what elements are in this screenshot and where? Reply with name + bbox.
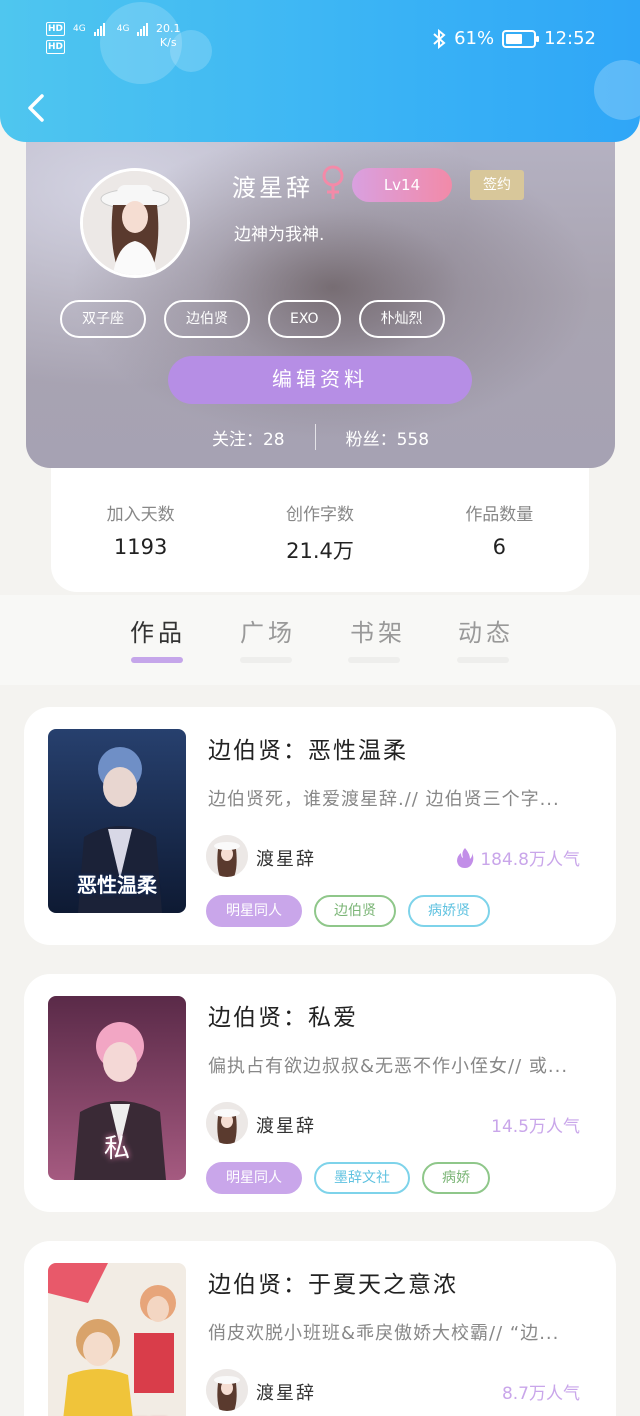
decor-bubble (594, 60, 640, 120)
works-list: 恶性温柔 边伯贤：恶性温柔 边伯贤死，谁爱渡星辞.// 边伯贤三个字... 渡星… (0, 685, 640, 1416)
tab-bookshelf[interactable]: 书架 (350, 613, 406, 648)
profile-card: 渡星辞 Lv14 签约 边神为我神. 双子座 边伯贤 EXO 朴灿烈 编辑资料 … (26, 120, 615, 468)
profile-tag[interactable]: 双子座 (60, 300, 146, 338)
author-name: 渡星辞 (256, 849, 316, 870)
stat-value: 6 (492, 535, 506, 559)
clock: 12:52 (544, 28, 596, 49)
author-avatar[interactable] (206, 1369, 248, 1411)
author-avatar-image (206, 835, 248, 877)
speed-unit: K/s (159, 36, 177, 49)
stat-value: 1193 (113, 535, 168, 559)
work-tag[interactable]: 明星同人 (206, 1162, 302, 1194)
battery-icon (502, 29, 540, 48)
tab-plaza[interactable]: 广场 (240, 613, 296, 648)
follow-stats: 关注：28 粉丝：558 (26, 424, 615, 450)
signed-badge: 签约 (470, 170, 524, 200)
work-tag[interactable]: 边伯贤 (314, 895, 396, 927)
bluetooth-icon (433, 28, 446, 49)
work-description: 俏皮欢脱小班班&乖戾傲娇大校霸// “边... (208, 1323, 560, 1344)
work-tag[interactable]: 病娇 (422, 1162, 490, 1194)
work-title[interactable]: 边伯贤：于夏天之意浓 (208, 1265, 458, 1299)
profile-bio: 边神为我神. (234, 225, 325, 245)
tab-works[interactable]: 作品 (130, 613, 186, 648)
cover-title: 恶性温柔 (77, 873, 157, 897)
following-count[interactable]: 关注：28 (212, 425, 285, 450)
status-right: 61% 12:52 (432, 28, 596, 49)
battery-percent: 61% (454, 28, 495, 49)
network-type: 4G (73, 24, 86, 34)
work-tag[interactable]: 明星同人 (206, 895, 302, 927)
stat-join-days: 加入天数 1193 (61, 500, 221, 592)
work-tag[interactable]: 墨辞文社 (314, 1162, 410, 1194)
popularity: 14.5万人气 (491, 1112, 580, 1137)
work-description: 边伯贤死，谁爱渡星辞.// 边伯贤三个字... (208, 789, 560, 810)
flame-icon (457, 847, 474, 868)
work-card[interactable]: 恶性温柔 边伯贤：恶性温柔 边伯贤死，谁爱渡星辞.// 边伯贤三个字... 渡星… (24, 707, 616, 945)
profile-tags: 双子座 边伯贤 EXO 朴灿烈 (60, 300, 445, 338)
popularity: 8.7万人气 (502, 1379, 580, 1404)
author-name: 渡星辞 (256, 1383, 316, 1404)
work-card[interactable]: 于夏 边伯贤：于夏天之意浓 俏皮欢脱小班班&乖戾傲娇大校霸// “边... 渡星… (24, 1241, 616, 1416)
author-avatar[interactable] (206, 1102, 248, 1144)
stat-work-count: 作品数量 6 (419, 500, 579, 592)
work-title[interactable]: 边伯贤：私爱 (208, 998, 358, 1032)
edit-profile-button[interactable]: 编辑资料 (168, 356, 472, 404)
network-type: 4G (116, 24, 130, 34)
avatar[interactable] (80, 168, 190, 278)
avatar-image (83, 171, 187, 275)
profile-name: 渡星辞 (232, 174, 313, 202)
profile-tag[interactable]: 边伯贤 (164, 300, 250, 338)
popularity-count: 184.8万人气 (480, 850, 580, 870)
work-tags: 明星同人 墨辞文社 病娇 (206, 1162, 490, 1194)
profile-tag[interactable]: 朴灿烈 (358, 300, 445, 338)
stats-card: 加入天数 1193 创作字数 21.4万 作品数量 6 (51, 460, 589, 592)
hd-badge: HD (46, 22, 66, 36)
fans-count[interactable]: 粉丝：558 (346, 425, 429, 450)
stat-label: 作品数量 (465, 505, 534, 525)
popularity: 184.8万人气 (456, 845, 580, 870)
work-card[interactable]: 私 边伯贤：私爱 偏执占有欲边叔叔&无恶不作小侄女// 或... 渡星辞 14.… (24, 974, 616, 1212)
tab-bar: 作品 广场 书架 动态 (0, 595, 640, 685)
signal-icon (137, 22, 149, 36)
work-tags: 明星同人 边伯贤 病娇贤 (206, 895, 490, 927)
work-description: 偏执占有欲边叔叔&无恶不作小侄女// 或... (208, 1056, 569, 1077)
stat-label: 加入天数 (106, 505, 175, 525)
divider (314, 424, 316, 450)
tab-active-indicator (131, 657, 183, 663)
work-title[interactable]: 边伯贤：恶性温柔 (208, 731, 408, 765)
work-cover[interactable]: 恶性温柔 (48, 729, 186, 913)
level-badge: Lv14 (352, 168, 452, 202)
work-cover[interactable]: 于夏 (48, 1263, 186, 1416)
stat-label: 创作字数 (285, 505, 354, 525)
tab-indicator (457, 657, 509, 663)
hd-badge: HD (46, 40, 66, 54)
work-cover[interactable]: 私 (48, 996, 186, 1180)
work-tag[interactable]: 病娇贤 (408, 895, 490, 927)
signal-icon (93, 22, 105, 36)
stat-value: 21.4万 (286, 539, 354, 563)
stat-word-count: 创作字数 21.4万 (240, 500, 400, 592)
author-avatar[interactable] (206, 835, 248, 877)
popularity-count: 14.5万人气 (491, 1117, 580, 1137)
back-arrow-icon[interactable] (22, 90, 50, 126)
network-speed: 20.1 K/s (156, 22, 181, 50)
author-name: 渡星辞 (256, 1116, 316, 1137)
popularity-count: 8.7万人气 (501, 1384, 580, 1404)
tab-activity[interactable]: 动态 (458, 613, 514, 648)
tab-indicator (348, 657, 400, 663)
author-avatar-image (206, 1369, 248, 1411)
cover-title: 私 (103, 1134, 130, 1164)
speed-value: 20.1 (156, 22, 181, 35)
female-gender-icon (322, 165, 344, 199)
header-bar: HD 4G 4G HD 20.1 K/s 61% 12:52 (0, 0, 640, 142)
cover-image (48, 1263, 186, 1416)
signal-indicators: HD 4G 4G HD (46, 22, 149, 54)
profile-tag[interactable]: EXO (268, 300, 341, 338)
tab-indicator (240, 657, 292, 663)
author-avatar-image (206, 1102, 248, 1144)
